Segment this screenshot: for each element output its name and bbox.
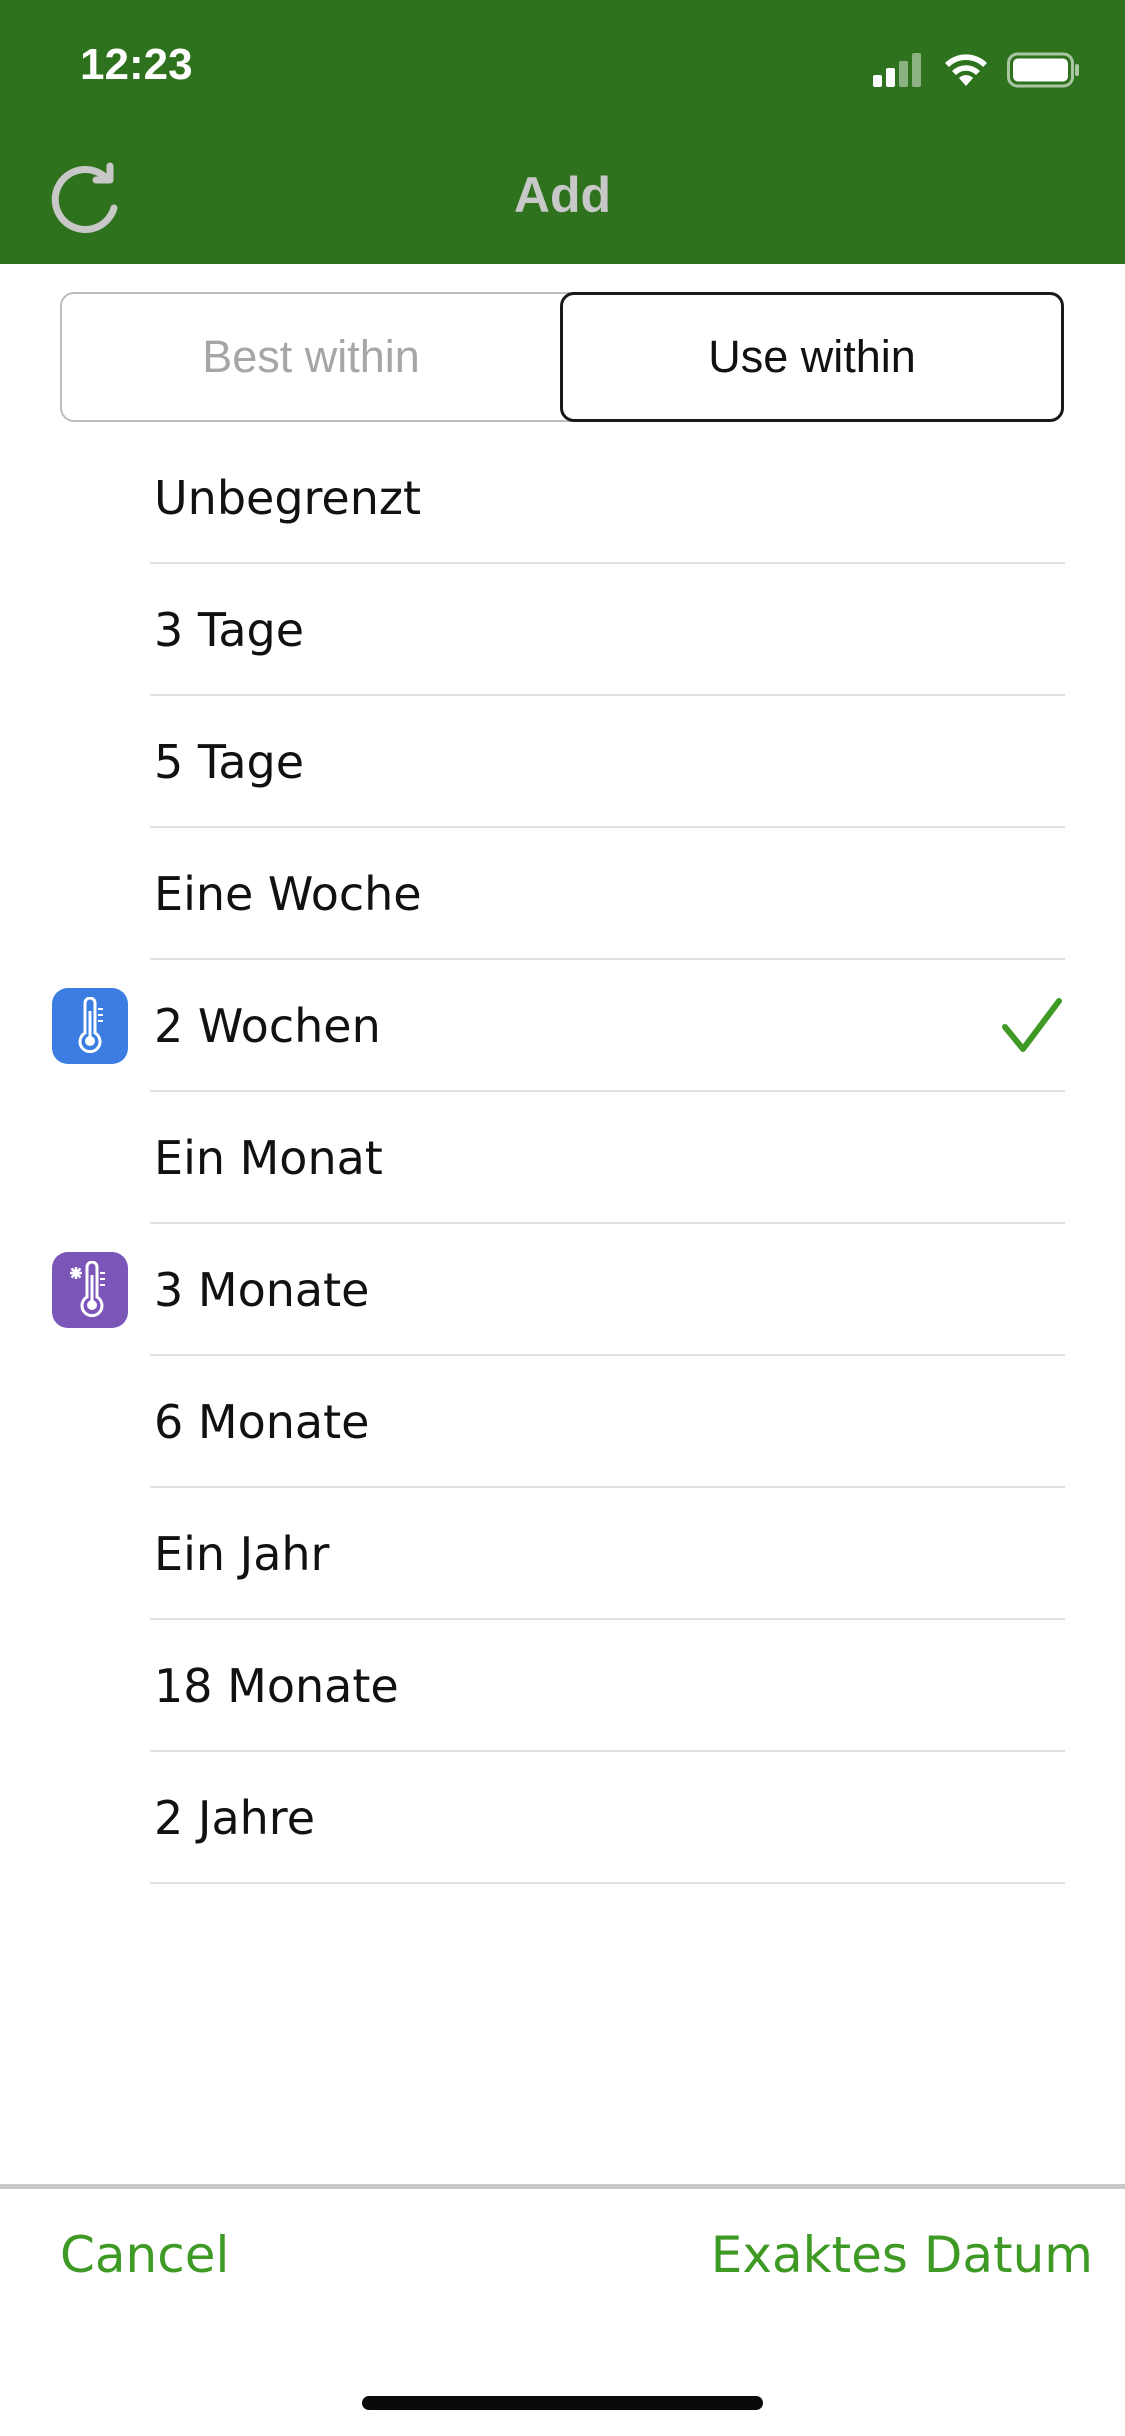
screen: 12:23 Add Best within Use within Unbegre… [0, 0, 1125, 2436]
status-time: 12:23 [80, 40, 193, 89]
list-item[interactable]: Unbegrenzt [0, 432, 1125, 564]
list-item[interactable]: 6 Monate [0, 1356, 1125, 1488]
freezer-thermometer-icon [52, 1252, 128, 1328]
list-item-label: Ein Monat [154, 1131, 383, 1185]
header-bar: 12:23 Add [0, 0, 1125, 264]
list-item-label: Ein Jahr [154, 1527, 330, 1581]
list-item-label: 2 Wochen [154, 999, 381, 1053]
list-item-label: 6 Monate [154, 1395, 370, 1449]
list-item[interactable]: 3 Monate [0, 1224, 1125, 1356]
segment-use-within[interactable]: Use within [560, 292, 1064, 422]
home-indicator[interactable] [362, 2396, 763, 2410]
list-item[interactable]: Eine Woche [0, 828, 1125, 960]
list-item-label: 2 Jahre [154, 1791, 315, 1845]
duration-list: Unbegrenzt 3 Tage 5 Tage Eine Woche 2 Wo… [0, 432, 1125, 1884]
list-item-selected[interactable]: 2 Wochen [0, 960, 1125, 1092]
list-item-label: 3 Monate [154, 1263, 370, 1317]
page-title: Add [513, 167, 612, 223]
segmented-control: Best within Use within [60, 292, 1064, 422]
list-item[interactable]: 5 Tage [0, 696, 1125, 828]
list-item[interactable]: 2 Jahre [0, 1752, 1125, 1884]
list-item-label: Eine Woche [154, 867, 422, 921]
segment-best-within[interactable]: Best within [62, 294, 560, 420]
list-item-label: 5 Tage [154, 735, 305, 789]
list-item-label: 3 Tage [154, 603, 305, 657]
fridge-thermometer-icon [52, 988, 128, 1064]
list-item[interactable]: 18 Monate [0, 1620, 1125, 1752]
list-item[interactable]: Ein Jahr [0, 1488, 1125, 1620]
battery-icon [1007, 52, 1079, 88]
list-item-label: 18 Monate [154, 1659, 399, 1713]
list-item-label: Unbegrenzt [154, 471, 422, 525]
list-item[interactable]: 3 Tage [0, 564, 1125, 696]
list-item[interactable]: Ein Monat [0, 1092, 1125, 1224]
cancel-button[interactable]: Cancel [60, 2226, 229, 2284]
divider [150, 1882, 1065, 1884]
status-icons [873, 50, 1081, 90]
footer-divider [0, 2184, 1125, 2189]
signal-icon [873, 53, 921, 87]
checkmark-icon [1002, 998, 1062, 1052]
wifi-icon [945, 54, 987, 86]
exact-date-button[interactable]: Exaktes Datum [711, 2226, 1093, 2284]
